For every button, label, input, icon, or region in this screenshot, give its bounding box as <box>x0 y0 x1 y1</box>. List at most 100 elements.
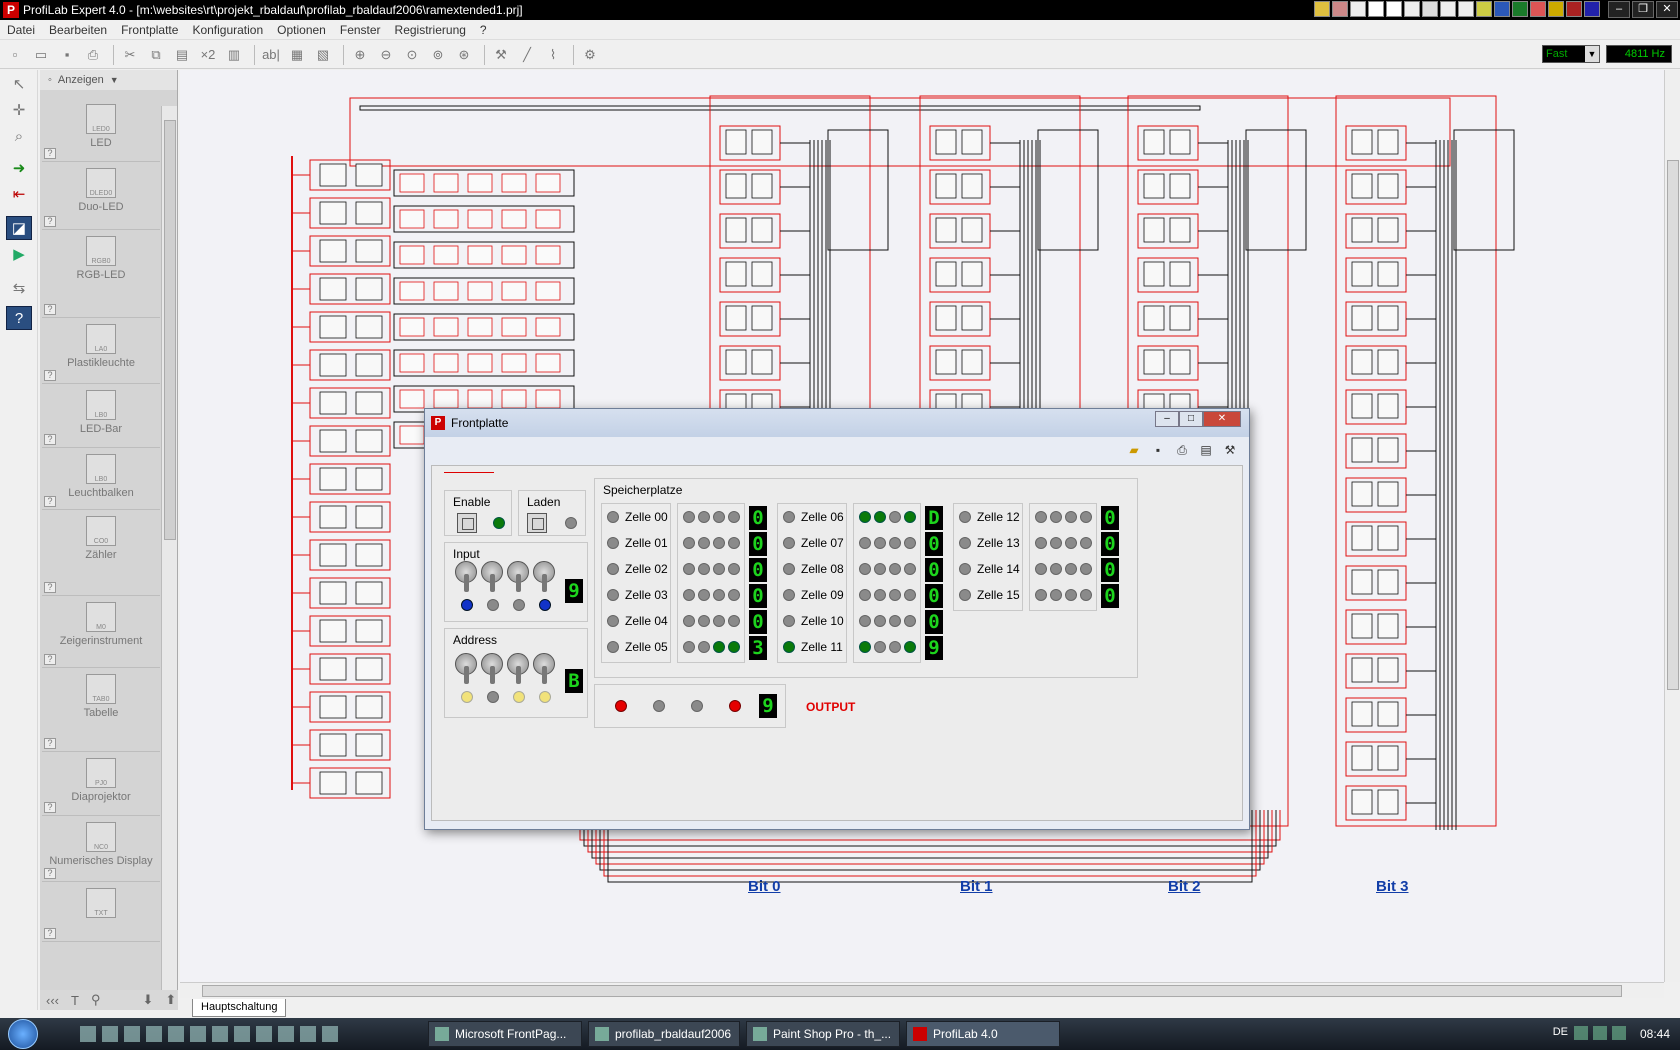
new-file-icon[interactable]: ▫ <box>4 44 26 66</box>
canvas-horizontal-scrollbar[interactable] <box>180 982 1664 998</box>
signal-tool-icon[interactable]: ◪ <box>6 216 32 240</box>
zoom-fit-icon[interactable]: ⊙ <box>401 44 423 66</box>
stop-arrow-icon[interactable]: ⇤ <box>6 182 32 206</box>
start-button[interactable] <box>8 1019 38 1049</box>
open-folder-icon[interactable]: ▰ <box>1125 441 1143 459</box>
input-tool-icon[interactable]: ▶ <box>6 242 32 266</box>
copy-icon[interactable]: ⧉ <box>145 44 167 66</box>
library-item[interactable]: NC0 Numerisches Display? <box>42 816 160 882</box>
move-down-icon[interactable]: ⬇ <box>142 992 153 1008</box>
layout-icon[interactable]: ▧ <box>312 44 334 66</box>
help-icon[interactable]: ? <box>44 654 56 665</box>
menu-bearbeiten[interactable]: Bearbeiten <box>42 23 114 37</box>
frontplatte-titlebar[interactable]: P Frontplatte – □ ✕ <box>425 409 1249 437</box>
menu-fenster[interactable]: Fenster <box>333 23 388 37</box>
maximize-button[interactable]: ❐ <box>1632 1 1654 18</box>
help-icon[interactable]: ? <box>44 582 56 593</box>
language-indicator[interactable]: DE <box>1553 1026 1568 1038</box>
tray-app-icon[interactable] <box>1332 1 1348 17</box>
menu-konfiguration[interactable]: Konfiguration <box>185 23 270 37</box>
tray-app-icon[interactable] <box>1566 1 1582 17</box>
taskbar-button[interactable]: profilab_rbaldauf2006 <box>588 1021 740 1047</box>
run-arrow-icon[interactable]: ➜ <box>6 156 32 180</box>
tray-app-icon[interactable] <box>1386 1 1402 17</box>
help-icon[interactable]: ? <box>44 802 56 813</box>
library-item[interactable]: TXT? <box>42 882 160 942</box>
sheet-tab-hauptschaltung[interactable]: Hauptschaltung <box>192 999 287 1017</box>
gear-icon[interactable]: ⚙ <box>579 44 601 66</box>
library-item[interactable]: LED0 LED? <box>42 98 160 162</box>
minimize-button[interactable]: – <box>1608 1 1630 18</box>
library-scrollbar[interactable] <box>161 106 177 990</box>
zoom-all-icon[interactable]: ⊛ <box>453 44 475 66</box>
close-button[interactable]: ✕ <box>1203 411 1241 427</box>
tray-app-icon[interactable] <box>1584 1 1600 17</box>
tool-icon[interactable] <box>212 1026 228 1042</box>
help-icon[interactable]: ? <box>44 434 56 445</box>
macro-icon[interactable]: ⇆ <box>6 276 32 300</box>
tray-app-icon[interactable] <box>1350 1 1366 17</box>
zoom-area-icon[interactable]: ⊚ <box>427 44 449 66</box>
tray-app-icon[interactable] <box>1314 1 1330 17</box>
minimize-button[interactable]: – <box>1155 411 1179 427</box>
toggle-switch[interactable] <box>507 561 529 592</box>
menu-frontplatte[interactable]: Frontplatte <box>114 23 185 37</box>
tray-app-icon[interactable] <box>1476 1 1492 17</box>
library-item[interactable]: LB0 LED-Bar? <box>42 384 160 448</box>
paint-icon[interactable] <box>124 1026 140 1042</box>
print-icon[interactable]: ⎙ <box>1173 441 1191 459</box>
enable-switch[interactable] <box>457 513 477 533</box>
word-icon[interactable] <box>1494 1 1510 17</box>
toggle-switch[interactable] <box>533 653 555 684</box>
taskbar-button[interactable]: Paint Shop Pro - th_... <box>746 1021 900 1047</box>
print-icon[interactable]: ⎙ <box>82 44 104 66</box>
toggle-switch[interactable] <box>481 561 503 592</box>
simulation-speed-select[interactable]: Fast ▼ <box>1542 45 1600 63</box>
duplicate-button[interactable]: ×2 <box>197 44 219 66</box>
help-icon[interactable]: ? <box>44 868 56 879</box>
tray-app-icon[interactable] <box>1422 1 1438 17</box>
wire-icon[interactable]: ╱ <box>516 44 538 66</box>
library-item[interactable]: DLED0 Duo-LED? <box>42 162 160 230</box>
help-icon[interactable]: ? <box>44 148 56 159</box>
tool-icon[interactable] <box>278 1026 294 1042</box>
text-tool-button[interactable]: ab| <box>260 44 282 66</box>
library-item[interactable]: PJ0 Diaprojektor? <box>42 752 160 816</box>
tray-app-icon[interactable] <box>1404 1 1420 17</box>
mail-icon[interactable] <box>1368 1 1384 17</box>
library-item[interactable]: TAB0 Tabelle? <box>42 668 160 752</box>
scrollbar-thumb[interactable] <box>1667 160 1679 690</box>
save-icon[interactable]: ▪ <box>1149 441 1167 459</box>
tray-app-icon[interactable] <box>1548 1 1564 17</box>
tool-icon[interactable] <box>190 1026 206 1042</box>
move-up-icon[interactable]: ⬆ <box>165 992 176 1008</box>
library-item[interactable]: RGB0 RGB-LED? <box>42 230 160 318</box>
paste-icon[interactable]: ▤ <box>171 44 193 66</box>
tool-icon[interactable] <box>300 1026 316 1042</box>
tray-app-icon[interactable] <box>1458 1 1474 17</box>
taskbar-button[interactable]: ProfiLab 4.0 <box>906 1021 1060 1047</box>
help-icon[interactable]: ? <box>44 928 56 939</box>
calculator-icon[interactable] <box>146 1026 162 1042</box>
view-dropdown-label[interactable]: Anzeigen <box>58 74 104 86</box>
taskbar-button[interactable]: Microsoft FrontPag... <box>428 1021 582 1047</box>
tool-icon[interactable] <box>234 1026 250 1042</box>
library-item[interactable]: M0 Zeigerinstrument? <box>42 596 160 668</box>
zoom-in-icon[interactable]: ⊕ <box>349 44 371 66</box>
cut-icon[interactable]: ✂ <box>119 44 141 66</box>
volume-icon[interactable] <box>1593 1026 1607 1040</box>
chevron-down-icon[interactable]: ▼ <box>1585 46 1599 62</box>
excel-icon[interactable] <box>1512 1 1528 17</box>
help-cursor-icon[interactable]: ? <box>6 306 32 330</box>
menu-optionen[interactable]: Optionen <box>270 23 333 37</box>
help-icon[interactable]: ? <box>44 216 56 227</box>
laden-switch[interactable] <box>527 513 547 533</box>
magnifier-icon[interactable]: ⌕ <box>6 124 32 148</box>
tool-icon[interactable] <box>256 1026 272 1042</box>
scrollbar-thumb[interactable] <box>164 120 176 540</box>
text-icon[interactable]: T <box>71 993 79 1008</box>
explorer-icon[interactable] <box>102 1026 118 1042</box>
maximize-button[interactable]: □ <box>1179 411 1203 427</box>
probe-icon[interactable]: ⌇ <box>542 44 564 66</box>
tools-icon[interactable]: ⚒ <box>1221 441 1239 459</box>
